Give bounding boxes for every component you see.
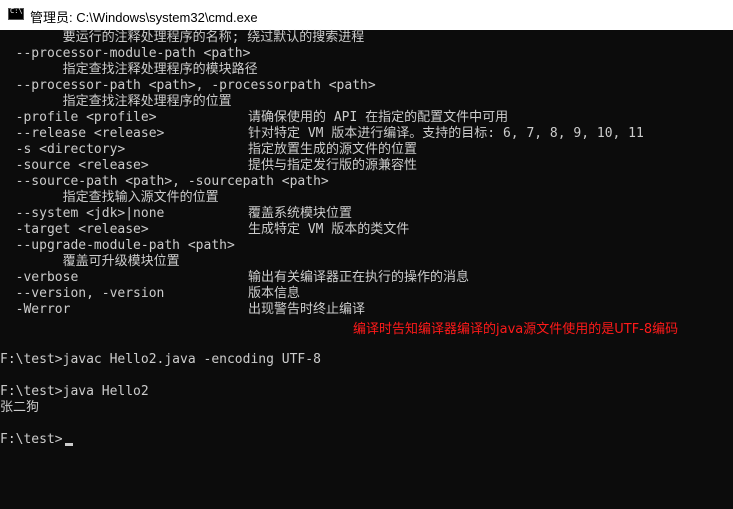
annotation-text: 编译时告知编译器编译的java源文件使用的是UTF-8编码 [353, 322, 679, 337]
console-line-text: -s <directory> [0, 142, 126, 157]
console-line-text: -verbose [0, 270, 79, 285]
console-line-description: 覆盖系统模块位置 [248, 206, 353, 221]
console-line-text: 覆盖可升级模块位置 [0, 254, 180, 269]
cmd-window: 管理员: C:\Windows\system32\cmd.exe 要运行的注释处… [0, 0, 733, 509]
console-line-text: 指定查找输入源文件的位置 [0, 190, 219, 205]
console-line-text: F:\test> [0, 432, 63, 447]
console-line-description: 版本信息 [248, 286, 301, 301]
console-line-text: 指定查找注释处理程序的模块路径 [0, 62, 258, 77]
console-line-text: --release <release> [0, 126, 165, 141]
console-line-text: -source <release> [0, 158, 149, 173]
window-title: 管理员: C:\Windows\system32\cmd.exe [30, 10, 258, 25]
console-line-description: 指定放置生成的源文件的位置 [248, 142, 418, 157]
console-line-description: 生成特定 VM 版本的类文件 [248, 222, 410, 237]
console-line-text: --version, -version [0, 286, 165, 301]
console-line-text: -target <release> [0, 222, 149, 237]
title-bar[interactable]: 管理员: C:\Windows\system32\cmd.exe [0, 0, 733, 30]
console-line-text: --processor-path <path>, -processorpath … [0, 78, 376, 93]
console-line-description: 请确保使用的 API 在指定的配置文件中可用 [248, 110, 509, 125]
console-line-description: 提供与指定发行版的源兼容性 [248, 158, 418, 173]
console-line-text: 要运行的注释处理程序的名称; 绕过默认的搜索进程 [0, 30, 365, 45]
console-line-text: F:\test>javac Hello2.java -encoding UTF-… [0, 352, 321, 367]
console-line-text: --upgrade-module-path <path> [0, 238, 235, 253]
text-cursor [65, 443, 73, 446]
console-line-text: --source-path <path>, -sourcepath <path> [0, 174, 329, 189]
console-output[interactable]: 要运行的注释处理程序的名称; 绕过默认的搜索进程 --processor-mod… [0, 30, 733, 509]
console-line-text: -profile <profile> [0, 110, 157, 125]
console-line-description: 输出有关编译器正在执行的操作的消息 [248, 270, 470, 285]
console-line-description: 针对特定 VM 版本进行编译。支持的目标: 6, 7, 8, 9, 10, 11 [248, 126, 644, 141]
cmd-icon[interactable] [8, 7, 24, 20]
console-line-text: --processor-module-path <path> [0, 46, 251, 61]
console-line-text: 张二狗 [0, 400, 40, 415]
console-line-text: -Werror [0, 302, 71, 317]
console-line-text: --system <jdk>|none [0, 206, 165, 221]
console-line-text: F:\test>java Hello2 [0, 384, 149, 399]
console-line-description: 出现警告时终止编译 [248, 302, 366, 317]
console-line-text: 指定查找注释处理程序的位置 [0, 94, 232, 109]
